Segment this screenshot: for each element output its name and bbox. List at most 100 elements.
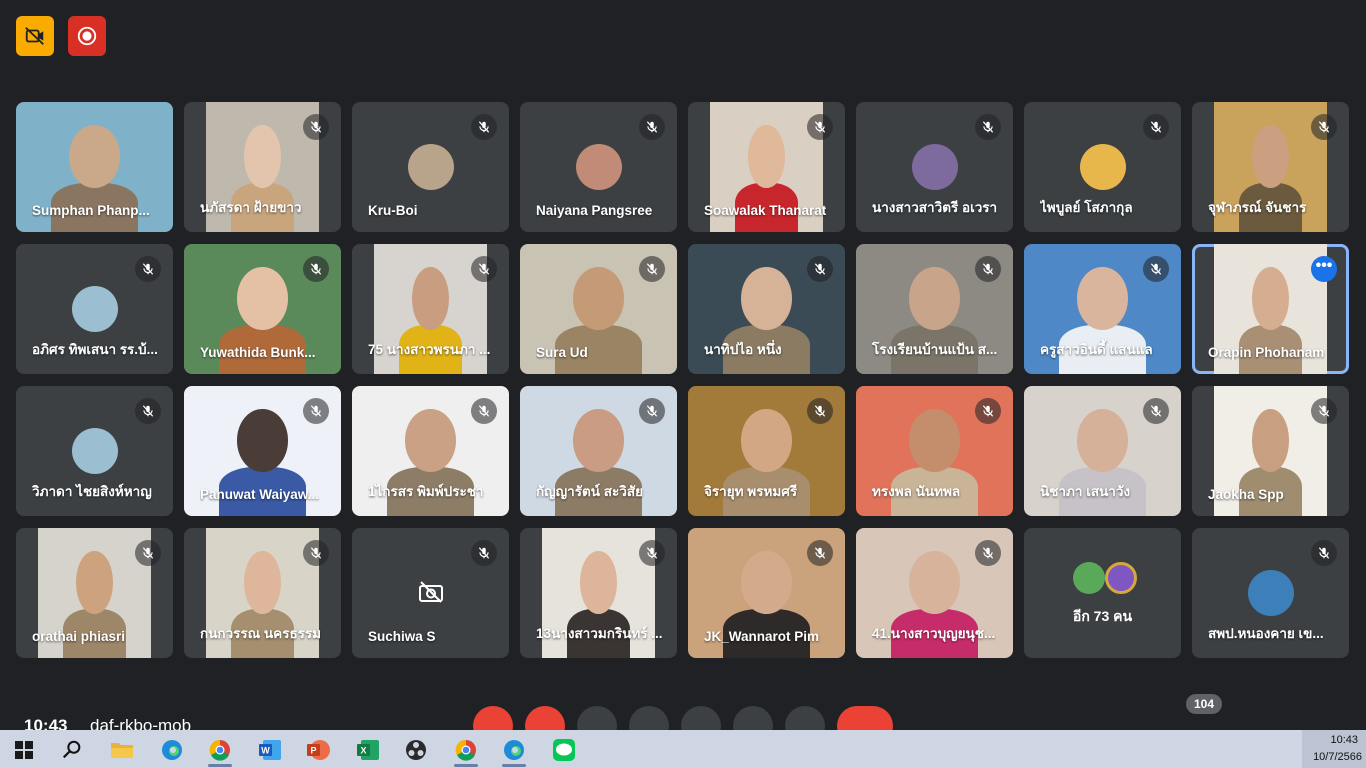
participant-name: Sumphan Phanp... — [32, 203, 150, 218]
participant-name: กนกวรรณ นครธรรม — [200, 626, 322, 641]
participant-name: โรงเรียนบ้านแป้น ส... — [872, 342, 998, 357]
mic-off-icon — [303, 398, 329, 424]
mic-off-icon — [303, 114, 329, 140]
mic-off-icon — [471, 256, 497, 282]
mic-off-icon — [471, 398, 497, 424]
participant-tile[interactable]: Soawalak Thanarat — [688, 102, 845, 232]
participant-tile[interactable]: สพป.หนองคาย เข... — [1192, 528, 1349, 658]
mic-off-icon — [639, 540, 665, 566]
participant-tile[interactable]: จิรายุท พรหมศรี — [688, 386, 845, 516]
participant-tile[interactable]: อภิศร ทิพเสนา รร.บ้... — [16, 244, 173, 374]
word-button[interactable]: W — [250, 734, 290, 766]
participant-tile[interactable]: Orapin Phohanam ••• — [1192, 244, 1349, 374]
file-explorer-button[interactable] — [102, 734, 142, 766]
mic-off-icon — [471, 540, 497, 566]
participant-tile[interactable]: จุฬาภรณ์ จันชาร — [1192, 102, 1349, 232]
participant-name: นาทิปไอ หนึ่ง — [704, 342, 782, 357]
participant-tile[interactable]: Jaokha Spp — [1192, 386, 1349, 516]
participant-tile[interactable]: โรงเรียนบ้านแป้น ส... — [856, 244, 1013, 374]
participant-tile[interactable]: Panuwat Waiyaw... — [184, 386, 341, 516]
participant-name: Yuwathida Bunk... — [200, 345, 316, 360]
mic-off-icon — [303, 256, 329, 282]
mic-off-icon — [639, 114, 665, 140]
participant-tile[interactable]: นาทิปไอ หนึ่ง — [688, 244, 845, 374]
participant-tile[interactable]: ไพบูลย์ โสภากุล — [1024, 102, 1181, 232]
participant-tile[interactable]: กนกวรรณ นครธรรม — [184, 528, 341, 658]
participant-name: กัญญารัตน์ สะวิสัย — [536, 484, 643, 499]
participant-name: อภิศร ทิพเสนา รร.บ้... — [32, 342, 158, 357]
search-button[interactable] — [52, 734, 92, 766]
search-icon — [62, 740, 81, 759]
participant-name: Jaokha Spp — [1208, 487, 1284, 502]
participant-name: 13นางสาวมกรินทร์ ... — [536, 626, 663, 641]
participant-grid: Sumphan Phanp... นภัสรดา ฝ้ายขาว Kru-Boi Na… — [16, 102, 1349, 658]
svg-text:W: W — [261, 746, 270, 756]
mic-off-icon — [975, 114, 1001, 140]
mic-off-icon — [807, 256, 833, 282]
participant-tile[interactable]: 41.นางสาวบุญยนุช... — [856, 528, 1013, 658]
edge-button[interactable] — [152, 734, 192, 766]
participant-name: Naiyana Pangsree — [536, 203, 653, 218]
mic-off-icon — [1311, 114, 1337, 140]
participant-name: orathai phiasri — [32, 629, 126, 644]
edge-profile-button[interactable] — [494, 734, 534, 767]
participant-tile[interactable]: 13นางสาวมกรินทร์ ... — [520, 528, 677, 658]
recording-button[interactable] — [68, 16, 106, 56]
chrome-profile-button[interactable] — [446, 734, 486, 767]
participant-avatar — [575, 144, 622, 190]
participant-tile[interactable]: Naiyana Pangsree — [520, 102, 677, 232]
participant-avatar — [911, 144, 958, 190]
participant-name: นิชาภา เสนาวัง — [1040, 484, 1131, 499]
participant-tile[interactable]: 75 นางสาวพรนภา ... — [352, 244, 509, 374]
tile-more-options-button[interactable]: ••• — [1311, 256, 1337, 282]
overflow-avatars — [1072, 562, 1137, 594]
system-tray-clock[interactable]: 10:43 10/7/2566 — [1302, 730, 1366, 768]
participant-name: 75 นางสาวพรนภา ... — [368, 342, 491, 357]
edge-icon — [162, 740, 182, 760]
participant-name: Sura Ud — [536, 345, 588, 360]
participant-name: จุฬาภรณ์ จันชาร — [1208, 200, 1307, 215]
meet-window: Sumphan Phanp... นภัสรดา ฝ้ายขาว Kru-Boi Na… — [0, 0, 1366, 768]
participant-tile[interactable]: orathai phiasri — [16, 528, 173, 658]
participant-tile[interactable]: ครูสาวอินดี้ แสนแล — [1024, 244, 1181, 374]
video-off-indicator-button[interactable] — [16, 16, 54, 56]
mic-off-icon — [1311, 540, 1337, 566]
powerpoint-icon: P — [307, 740, 330, 760]
camera-off-icon — [418, 580, 444, 609]
participant-tile[interactable]: 1ไกรสร พิมพ์ประชา — [352, 386, 509, 516]
participant-tile[interactable]: Suchiwa S — [352, 528, 509, 658]
participant-tile[interactable]: Yuwathida Bunk... — [184, 244, 341, 374]
participant-tile[interactable]: Sura Ud — [520, 244, 677, 374]
excel-button[interactable]: X — [348, 734, 388, 766]
obs-button[interactable] — [396, 734, 436, 766]
mic-off-icon — [1143, 398, 1169, 424]
chrome-button[interactable] — [200, 734, 240, 767]
mic-off-icon — [471, 114, 497, 140]
mic-off-icon — [975, 256, 1001, 282]
line-button[interactable] — [544, 734, 584, 766]
taskbar-time: 10:43 — [1330, 734, 1358, 746]
participant-name: นางสาวสาวิตรี อเวรา — [872, 200, 998, 215]
participant-tile[interactable]: JK_Wannarot Pim — [688, 528, 845, 658]
participant-tile[interactable]: ทรงพล นันทพล — [856, 386, 1013, 516]
participant-tile[interactable]: นิชาภา เสนาวัง — [1024, 386, 1181, 516]
svg-text:P: P — [310, 746, 316, 756]
participant-tile[interactable]: กัญญารัตน์ สะวิสัย — [520, 386, 677, 516]
participant-name: Suchiwa S — [368, 629, 436, 644]
participant-name: 1ไกรสร พิมพ์ประชา — [368, 484, 484, 499]
participant-name: Panuwat Waiyaw... — [200, 487, 320, 502]
start-button[interactable] — [4, 734, 44, 766]
mic-off-icon — [303, 540, 329, 566]
participant-tile[interactable]: Sumphan Phanp... — [16, 102, 173, 232]
participant-avatar — [71, 286, 118, 332]
participant-tile[interactable]: อีก 73 คน — [1024, 528, 1181, 658]
participant-tile[interactable]: นภัสรดา ฝ้ายขาว — [184, 102, 341, 232]
mic-off-icon — [639, 398, 665, 424]
participant-tile[interactable]: Kru-Boi — [352, 102, 509, 232]
mic-off-icon — [1311, 398, 1337, 424]
participant-name: สพป.หนองคาย เข... — [1208, 626, 1324, 641]
participant-tile[interactable]: นางสาวสาวิตรี อเวรา — [856, 102, 1013, 232]
mic-off-icon — [1143, 114, 1169, 140]
participant-tile[interactable]: วิภาดา ไชยสิงห์หาญ — [16, 386, 173, 516]
powerpoint-button[interactable]: P — [298, 734, 338, 766]
